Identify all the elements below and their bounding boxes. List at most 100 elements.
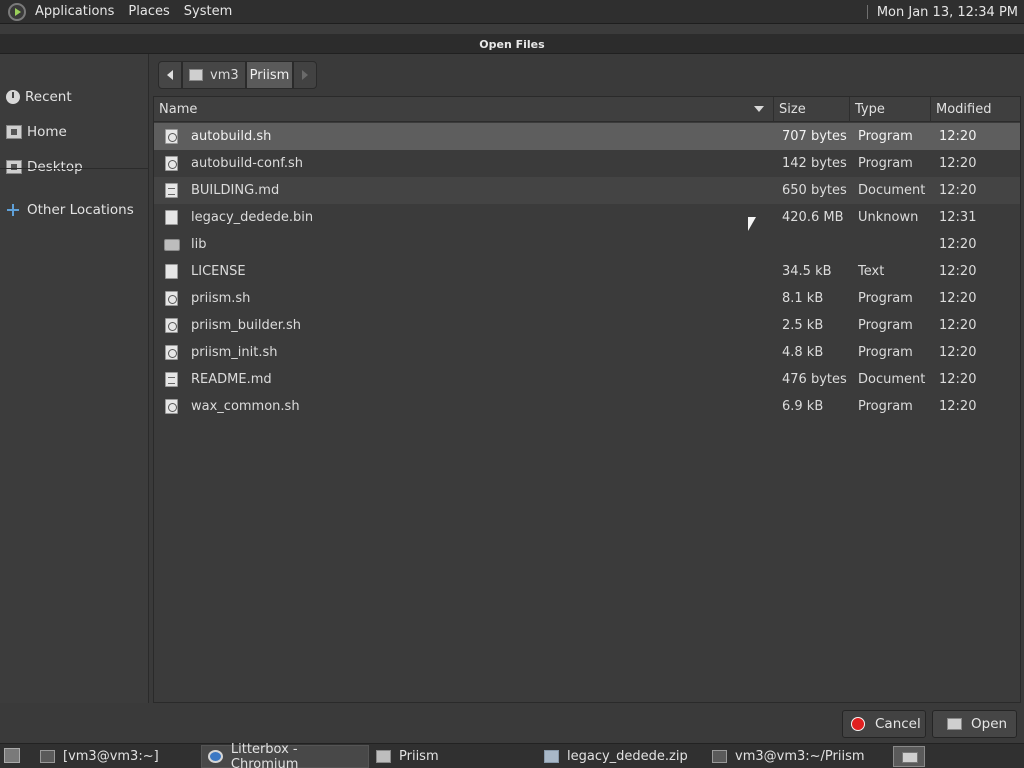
cancel-button-label: Cancel (875, 716, 921, 732)
file-row[interactable]: LICENSE 34.5 kB Text 12:20 (154, 258, 1020, 285)
file-icon (165, 210, 178, 225)
file-row[interactable]: priism_init.sh 4.8 kB Program 12:20 (154, 339, 1020, 366)
file-modified: 12:20 (939, 291, 977, 306)
cancel-icon (851, 717, 865, 731)
task-label: [vm3@vm3:~] (63, 749, 159, 764)
file-list[interactable]: Name Size Type Modified autobuild.sh 707 … (153, 96, 1021, 703)
cancel-button[interactable]: Cancel (842, 710, 926, 738)
open-button[interactable]: Open (932, 710, 1017, 738)
file-row[interactable]: autobuild.sh 707 bytes Program 12:20 (154, 123, 1020, 150)
task-terminal-priism[interactable]: vm3@vm3:~/Priism (706, 745, 874, 768)
file-name: priism_builder.sh (191, 318, 302, 333)
file-type: Program (858, 156, 913, 171)
folder-open-icon (947, 718, 962, 730)
menu-applications[interactable]: Applications (28, 0, 121, 24)
column-header-size[interactable]: Size (773, 97, 849, 122)
task-label: Priism (399, 749, 439, 764)
sort-descending-icon (754, 106, 764, 112)
sidebar-item-home[interactable]: Home (0, 119, 149, 145)
file-size: 4.8 kB (782, 345, 824, 360)
folder-icon (376, 750, 391, 763)
file-size: 6.9 kB (782, 399, 824, 414)
file-type: Unknown (858, 210, 919, 225)
file-row[interactable]: autobuild-conf.sh 142 bytes Program 12:20 (154, 150, 1020, 177)
file-modified: 12:20 (939, 156, 977, 171)
file-row[interactable]: lib 12:20 (154, 231, 1020, 258)
menu-places[interactable]: Places (121, 0, 176, 24)
desktop-icon (6, 160, 22, 174)
column-header-name[interactable]: Name (154, 97, 772, 122)
sidebar-item-recent[interactable]: Recent (0, 84, 149, 110)
task-terminal-home[interactable]: [vm3@vm3:~] (34, 745, 198, 768)
task-label: Litterbox - Chromium (230, 741, 299, 768)
places-sidebar: Recent Home Desktop Other Locations (0, 54, 149, 703)
file-modified: 12:20 (939, 345, 977, 360)
column-header-label: Type (855, 102, 885, 117)
workspace-switcher-icon[interactable] (893, 746, 925, 767)
file-size: 707 bytes (782, 129, 847, 144)
sidebar-item-label: Home (27, 124, 67, 140)
menu-system[interactable]: System (177, 0, 239, 24)
file-name: wax_common.sh (191, 399, 300, 414)
column-header-label: Modified (936, 102, 992, 117)
path-forward-button[interactable] (293, 61, 318, 89)
open-files-dialog: Open Files Recent Home Desktop Other Loc… (0, 34, 1024, 743)
task-priism-folder[interactable]: Priism (370, 745, 536, 768)
archive-icon (544, 750, 559, 763)
file-size: 34.5 kB (782, 264, 832, 279)
program-file-icon (165, 291, 178, 306)
program-file-icon (165, 399, 178, 414)
file-modified: 12:20 (939, 129, 977, 144)
plus-icon (6, 203, 22, 217)
panel-separator (866, 5, 868, 19)
file-modified: 12:20 (939, 183, 977, 198)
file-type: Program (858, 318, 913, 333)
task-label: vm3@vm3:~/Priism (735, 749, 865, 764)
file-name: autobuild-conf.sh (191, 156, 304, 171)
file-size: 420.6 MB (782, 210, 844, 225)
file-modified: 12:20 (939, 372, 977, 387)
file-name: priism.sh (191, 291, 251, 306)
sidebar-item-other-locations[interactable]: Other Locations (0, 197, 149, 223)
file-name: autobuild.sh (191, 129, 272, 144)
home-icon (6, 125, 22, 139)
file-modified: 12:20 (939, 237, 977, 252)
file-list-header: Name Size Type Modified (154, 97, 1020, 122)
show-desktop-icon[interactable] (4, 748, 20, 763)
column-header-type[interactable]: Type (849, 97, 930, 122)
file-row[interactable]: legacy_dedede.bin 420.6 MB Unknown 12:31 (154, 204, 1020, 231)
terminal-icon (40, 750, 55, 763)
program-file-icon (165, 156, 178, 171)
file-type: Text (858, 264, 885, 279)
column-header-label: Name (159, 102, 198, 117)
dialog-title: Open Files (0, 34, 1024, 54)
file-type: Program (858, 399, 913, 414)
program-file-icon (165, 318, 178, 333)
sidebar-item-desktop[interactable]: Desktop (0, 154, 149, 180)
terminal-icon (712, 750, 727, 763)
path-segment-home[interactable]: vm3 (182, 61, 246, 89)
path-segment-current[interactable]: Priism (245, 61, 294, 89)
file-row[interactable]: priism.sh 8.1 kB Program 12:20 (154, 285, 1020, 312)
file-row[interactable]: README.md 476 bytes Document 12:20 (154, 366, 1020, 393)
file-modified: 12:20 (939, 264, 977, 279)
path-back-button[interactable] (158, 61, 182, 89)
open-button-label: Open (971, 716, 1008, 732)
file-row[interactable]: priism_builder.sh 2.5 kB Program 12:20 (154, 312, 1020, 339)
chevron-right-icon (302, 70, 309, 80)
file-row[interactable]: wax_common.sh 6.9 kB Program 12:20 (154, 393, 1020, 420)
task-archive[interactable]: legacy_dedede.zip (538, 745, 704, 768)
document-file-icon (165, 372, 178, 387)
clock-area[interactable]: Mon Jan 13, 12:34 PM (866, 0, 1024, 24)
column-header-label: Size (779, 102, 806, 117)
top-panel: Applications Places System Mon Jan 13, 1… (0, 0, 1024, 24)
clock[interactable]: Mon Jan 13, 12:34 PM (877, 5, 1024, 20)
file-row[interactable]: BUILDING.md 650 bytes Document 12:20 (154, 177, 1020, 204)
applications-menu[interactable]: Applications (0, 0, 121, 24)
task-chromium[interactable]: Litterbox - Chromium (201, 741, 369, 768)
program-file-icon (165, 345, 178, 360)
path-bar: vm3 Priism (158, 61, 318, 91)
document-file-icon (165, 183, 178, 198)
chromium-icon (208, 750, 223, 763)
column-header-modified[interactable]: Modified (930, 97, 1020, 122)
